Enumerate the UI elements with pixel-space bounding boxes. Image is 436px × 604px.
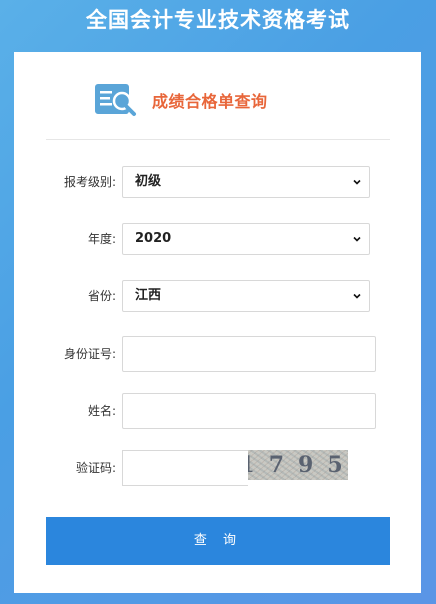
province-row: 省份: 江西 [14, 280, 421, 312]
captcha-row: 验证码: 1795 [14, 450, 421, 486]
id-number-label: 身份证号: [63, 347, 116, 361]
captcha-image[interactable]: 1795 [248, 450, 348, 480]
province-label: 省份: [87, 289, 116, 303]
level-row: 报考级别: 初级 [14, 166, 421, 198]
captcha-image-text: 1795 [248, 452, 343, 478]
card-heading: 成绩合格单查询 [152, 92, 268, 111]
name-label: 姓名: [87, 404, 116, 418]
year-select-value: 2020 [135, 231, 172, 246]
divider [46, 139, 390, 140]
card-header: 成绩合格单查询 [94, 80, 268, 120]
id-number-row: 身份证号: [14, 336, 421, 372]
captcha-input[interactable] [122, 450, 248, 486]
page-title: 全国会计专业技术资格考试 [86, 8, 350, 32]
level-select[interactable]: 初级 [122, 166, 370, 198]
id-number-input[interactable] [122, 336, 376, 372]
year-label: 年度: [87, 232, 116, 246]
province-select-value: 江西 [135, 288, 162, 303]
name-row: 姓名: [14, 393, 421, 429]
captcha-label: 验证码: [75, 461, 116, 475]
province-select[interactable]: 江西 [122, 280, 370, 312]
document-search-icon [95, 84, 136, 116]
chevron-down-icon [353, 236, 361, 242]
name-input[interactable] [122, 393, 376, 429]
level-label: 报考级别: [63, 175, 116, 189]
year-row: 年度: 2020 [14, 223, 421, 255]
chevron-down-icon [353, 179, 361, 185]
query-button[interactable]: 查 询 [46, 517, 390, 565]
query-card: 成绩合格单查询 报考级别: 初级 年度: 2020 省份: 江西 身份证号: 姓… [14, 52, 421, 593]
chevron-down-icon [353, 293, 361, 299]
year-select[interactable]: 2020 [122, 223, 370, 255]
level-select-value: 初级 [135, 174, 162, 189]
